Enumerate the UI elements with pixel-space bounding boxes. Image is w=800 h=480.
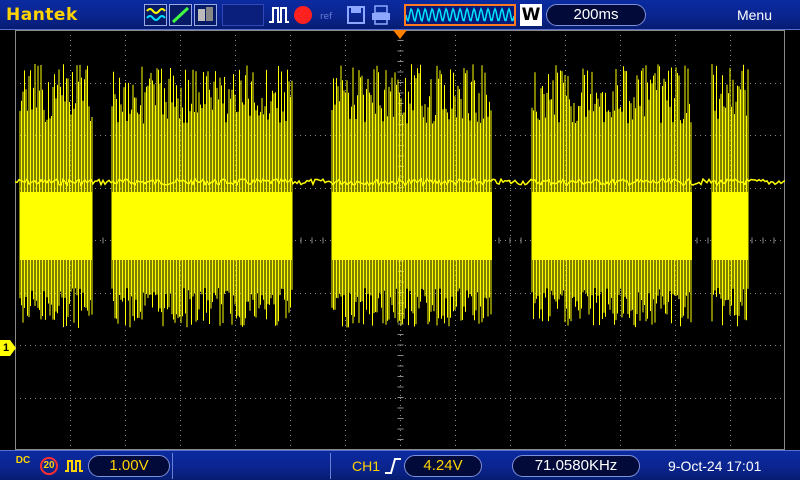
divider	[330, 453, 331, 479]
volts-per-div[interactable]: 1.00V	[88, 455, 170, 477]
channel-1-trace	[15, 64, 785, 328]
coupling-label: DC	[15, 455, 31, 466]
date-time: 9-Oct-24 17:01	[668, 458, 762, 474]
window-mode-badge[interactable]: W	[520, 4, 542, 26]
save-icon[interactable]	[346, 4, 366, 26]
timebase-waveform-icon[interactable]	[404, 4, 516, 26]
frequency-readout: 71.0580KHz	[512, 455, 640, 477]
trigger-source[interactable]: CH1	[352, 455, 380, 477]
status-bar: DC 20 1.00V CH1 4.24V 71.0580KHz 9-Oct-2…	[0, 450, 800, 480]
status-blank-box	[222, 4, 264, 26]
divider	[172, 453, 173, 479]
trigger-waveform-icon[interactable]	[268, 4, 290, 26]
trigger-position-marker	[393, 30, 407, 39]
probe-square-icon[interactable]	[64, 457, 84, 475]
scope-screen	[15, 30, 785, 450]
trigger-level[interactable]: 4.24V	[404, 455, 482, 477]
timebase-value[interactable]: 200ms	[546, 4, 646, 26]
auto-mode-icon[interactable]	[144, 4, 167, 26]
single-mode-icon[interactable]	[194, 4, 217, 26]
record-icon[interactable]	[294, 6, 312, 24]
menu-button[interactable]: Menu	[737, 4, 772, 26]
svg-text:ref: ref	[320, 12, 333, 22]
burst-spikes	[531, 64, 692, 328]
small-icon[interactable]: ref	[318, 4, 340, 26]
coupling-dc-icon[interactable]: DC	[12, 455, 34, 477]
scope-graticule	[15, 30, 785, 450]
acquire-mode-group	[144, 4, 220, 26]
print-icon[interactable]	[370, 4, 392, 26]
burst-spikes	[111, 65, 293, 328]
burst-spikes	[331, 64, 492, 328]
burst-spikes	[19, 64, 93, 328]
bandwidth-limit-badge[interactable]: 20	[40, 457, 58, 475]
brand-logo: Hantek	[6, 5, 78, 25]
rising-edge-icon[interactable]	[384, 456, 402, 476]
channel-1-marker-label: 1	[2, 342, 10, 354]
normal-mode-icon[interactable]	[169, 4, 192, 26]
top-toolbar: Hantek ref W 200ms Menu	[0, 0, 800, 30]
